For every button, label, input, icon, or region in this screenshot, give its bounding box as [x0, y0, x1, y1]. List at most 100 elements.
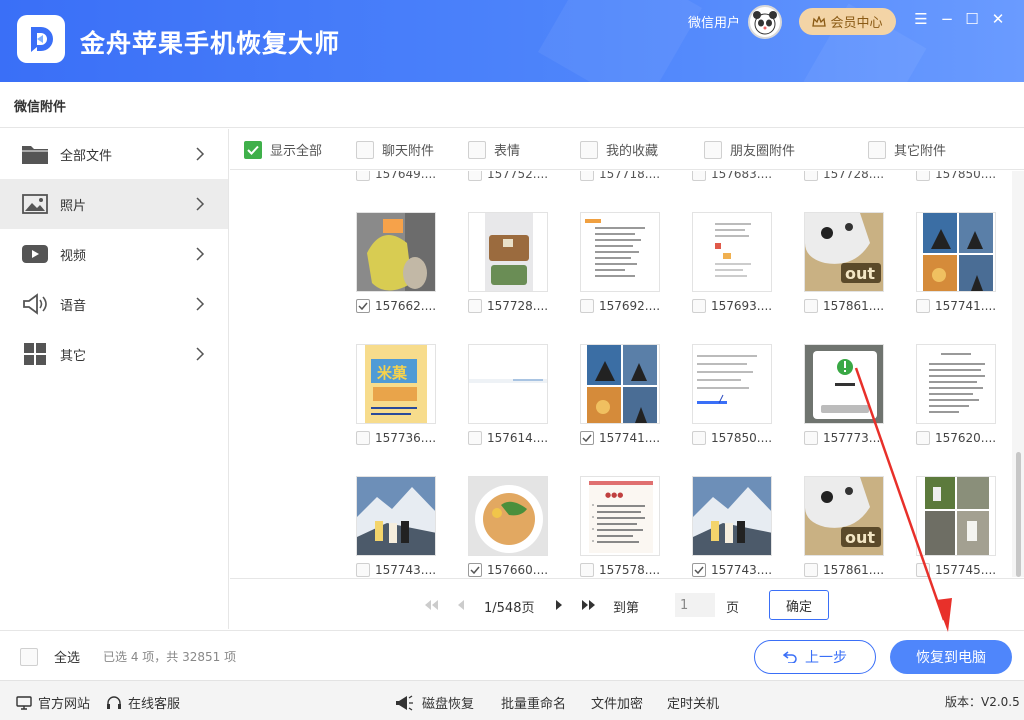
- thumbnail-collage[interactable]: [580, 344, 660, 424]
- thumbnail-cat-out[interactable]: out: [804, 212, 884, 292]
- timed-shutdown-link[interactable]: 定时关机: [667, 693, 719, 712]
- checkbox[interactable]: [916, 171, 930, 181]
- select-all-checkbox[interactable]: 全选: [20, 647, 80, 666]
- checkbox[interactable]: [356, 563, 370, 577]
- checkbox[interactable]: [692, 431, 706, 445]
- grid-item-caption: 157743....: [692, 563, 772, 577]
- checkbox[interactable]: [580, 140, 598, 159]
- checkbox[interactable]: [580, 299, 594, 313]
- thumbnail-noodle-bowl[interactable]: [468, 476, 548, 556]
- first-page-icon[interactable]: [422, 599, 440, 611]
- grid-item-partial[interactable]: 157850....: [916, 171, 996, 181]
- prev-page-icon[interactable]: [456, 599, 466, 611]
- filter-moments-attachments[interactable]: 朋友圈附件: [704, 140, 795, 159]
- last-page-icon[interactable]: [580, 599, 598, 611]
- close-icon[interactable]: ✕: [989, 10, 1007, 28]
- vip-center-button[interactable]: 会员中心: [799, 8, 896, 35]
- grid-item-caption: 157741....: [580, 431, 660, 445]
- checkbox[interactable]: [868, 140, 886, 159]
- thumbnail-cat-out[interactable]: out: [804, 476, 884, 556]
- online-support-link[interactable]: 在线客服: [106, 693, 180, 712]
- checkbox[interactable]: [468, 431, 482, 445]
- action-bar: 全选 已选 4 项，共 32851 项 上一步 恢复到电脑: [0, 630, 1024, 680]
- goto-page-button[interactable]: 确定: [769, 590, 829, 620]
- filter-show-all[interactable]: 显示全部: [244, 140, 322, 159]
- sidebar-item-all-files[interactable]: 全部文件: [0, 129, 228, 179]
- thumbnail-collage[interactable]: [916, 212, 996, 292]
- checkbox[interactable]: [468, 140, 486, 159]
- checkbox-checked[interactable]: [580, 431, 594, 445]
- thumbnail-document-page[interactable]: [916, 344, 996, 424]
- logo-icon: [31, 27, 53, 52]
- file-name: 157728....: [487, 299, 549, 313]
- grid-item-caption: 157850....: [692, 431, 772, 445]
- checkbox[interactable]: [468, 299, 482, 313]
- thumbnail-notebook-page[interactable]: ●●●: [580, 476, 660, 556]
- sidebar-item-photos[interactable]: 照片: [0, 179, 228, 229]
- selection-count: 已选 4 项，共 32851 项: [103, 650, 237, 664]
- checkbox[interactable]: [804, 299, 818, 313]
- checkbox-checked[interactable]: [692, 563, 706, 577]
- maximize-icon[interactable]: ☐: [963, 10, 981, 28]
- sidebar-item-other[interactable]: 其它: [0, 329, 228, 379]
- grid-item-partial[interactable]: 157728....: [804, 171, 884, 181]
- filter-favorites[interactable]: 我的收藏: [580, 140, 658, 159]
- checkbox[interactable]: [20, 647, 38, 666]
- thumbnail-mountain[interactable]: [692, 476, 772, 556]
- thumbnail-app-screenshot[interactable]: [692, 212, 772, 292]
- sidebar-item-videos[interactable]: 视频: [0, 229, 228, 279]
- scrollbar-thumb[interactable]: [1016, 452, 1021, 577]
- checkbox[interactable]: [692, 171, 706, 181]
- thumbnail-food-bag[interactable]: [356, 212, 436, 292]
- checkbox[interactable]: [916, 563, 930, 577]
- official-website-link[interactable]: 官方网站: [16, 693, 90, 712]
- file-name: 157736....: [375, 431, 437, 445]
- thumbnail-outdoor-collage[interactable]: [916, 476, 996, 556]
- checkbox[interactable]: [580, 171, 594, 181]
- checkbox[interactable]: [804, 563, 818, 577]
- restore-to-computer-button[interactable]: 恢复到电脑: [890, 640, 1012, 674]
- thumbnail-product-poster[interactable]: 米菓: [356, 344, 436, 424]
- grid-item-partial[interactable]: 157649....: [356, 171, 436, 181]
- avatar[interactable]: [748, 5, 782, 39]
- user-name[interactable]: 微信用户: [688, 12, 740, 31]
- thumbnail-mountain[interactable]: [356, 476, 436, 556]
- thumbnail-blank-screenshot[interactable]: [468, 344, 548, 424]
- thumbnail-dialog-screenshot[interactable]: [804, 344, 884, 424]
- disk-recovery-link[interactable]: 磁盘恢复: [394, 693, 474, 712]
- next-page-icon[interactable]: [554, 599, 564, 611]
- page-number-input[interactable]: [675, 593, 715, 617]
- sidebar-item-audio[interactable]: 语音: [0, 279, 228, 329]
- checkbox[interactable]: [692, 299, 706, 313]
- checkbox-checked[interactable]: [356, 299, 370, 313]
- checkbox[interactable]: [704, 140, 722, 159]
- checkbox[interactable]: [804, 431, 818, 445]
- filter-other-attachments[interactable]: 其它附件: [868, 140, 946, 159]
- checkbox-checked[interactable]: [468, 563, 482, 577]
- menu-icon[interactable]: ☰: [912, 10, 930, 28]
- version-label: 版本：V2.0.5: [945, 695, 1020, 709]
- previous-step-button[interactable]: 上一步: [754, 640, 876, 674]
- checkbox[interactable]: [356, 140, 374, 159]
- checkbox[interactable]: [468, 171, 482, 181]
- thumbnail-code-screenshot[interactable]: [692, 344, 772, 424]
- filter-chat-attachments[interactable]: 聊天附件: [356, 140, 434, 159]
- batch-rename-link[interactable]: 批量重命名: [501, 693, 566, 712]
- thumbnail-lunchbox[interactable]: [468, 212, 548, 292]
- sidebar-item-label: 照片: [60, 198, 87, 214]
- checkbox[interactable]: [804, 171, 818, 181]
- chevron-right-icon: [196, 347, 205, 361]
- minimize-icon[interactable]: −: [938, 10, 956, 28]
- checkbox-checked[interactable]: [244, 140, 262, 159]
- grid-item-partial[interactable]: 157683....: [692, 171, 772, 181]
- grid-item-partial[interactable]: 157752....: [468, 171, 548, 181]
- filter-stickers[interactable]: 表情: [468, 140, 520, 159]
- checkbox[interactable]: [356, 431, 370, 445]
- file-encrypt-link[interactable]: 文件加密: [591, 693, 643, 712]
- checkbox[interactable]: [580, 563, 594, 577]
- checkbox[interactable]: [916, 431, 930, 445]
- checkbox[interactable]: [356, 171, 370, 181]
- checkbox[interactable]: [916, 299, 930, 313]
- thumbnail-chat-screenshot[interactable]: [580, 212, 660, 292]
- grid-item-partial[interactable]: 157718....: [580, 171, 660, 181]
